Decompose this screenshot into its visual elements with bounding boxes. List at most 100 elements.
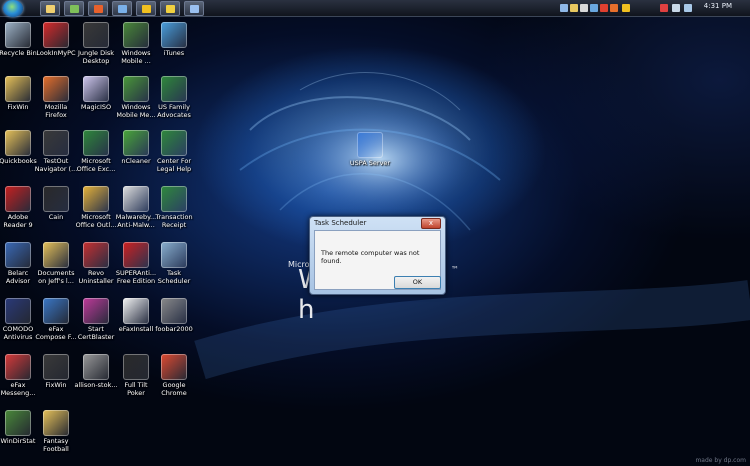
star-icon [165, 4, 175, 13]
jungle-disk-icon [83, 22, 109, 48]
desktop-icon-label: iTunes [163, 49, 185, 57]
task-scheduler-icon [161, 242, 187, 268]
desktop-icon-4[interactable]: iTunes [148, 22, 200, 57]
desktop-icon-label-line2: Chrome [161, 389, 187, 397]
desktop-icon-9[interactable]: US Family Advocates [148, 76, 200, 119]
desktop-icon-label: Transaction [155, 213, 193, 221]
desktop-icon-label-line2: Legal Help [156, 165, 192, 173]
windirstat-icon [5, 410, 31, 436]
document-icon [123, 298, 149, 324]
quicklaunch-show-desktop-button[interactable] [40, 1, 60, 16]
start-button[interactable] [3, 0, 23, 17]
quicklaunch-ftp-button[interactable] [112, 1, 132, 16]
fixwin-icon [43, 354, 69, 380]
certblaster-icon [83, 298, 109, 324]
efax-messenger-icon [5, 354, 31, 380]
outlook-icon [83, 186, 109, 212]
computer-icon [357, 132, 383, 158]
lookinmypc-icon [43, 22, 69, 48]
cain-icon [43, 186, 69, 212]
quicklaunch-switch-windows-button[interactable] [184, 1, 204, 16]
folder-icon [5, 130, 31, 156]
desktop-icon-label-line2: Scheduler [157, 277, 191, 285]
runner-icon [141, 4, 151, 13]
clock[interactable]: 4:31 PM [704, 2, 732, 10]
network-icon[interactable] [590, 4, 598, 12]
windows-mobile-icon [123, 76, 149, 102]
quicklaunch-runner-button[interactable] [136, 1, 156, 16]
ok-button[interactable]: OK [394, 276, 441, 289]
computer-icon [69, 4, 79, 13]
desktop-icon-label: Google [162, 381, 186, 389]
desktop-icon-29[interactable]: foobar2000 [148, 298, 200, 333]
adobe-reader-icon [5, 186, 31, 212]
desktop-icon-label-line2: Messeng... [0, 389, 36, 397]
dialog-title: Task Scheduler [314, 219, 367, 227]
desktop-icon-label: USPA Server [349, 159, 391, 167]
task-scheduler-dialog: Task Scheduler x The remote computer was… [309, 216, 446, 295]
desktop-icon [45, 4, 55, 13]
firefox-icon [93, 4, 103, 13]
dialog-close-button[interactable]: x [421, 218, 441, 229]
desktop-icon-37[interactable]: USPA Server [344, 132, 396, 167]
quicklaunch-favorites-button[interactable] [160, 1, 180, 16]
excel-icon [161, 186, 187, 212]
desktop-icon-19[interactable]: Transaction Receipt [148, 186, 200, 229]
windows-icon [189, 4, 199, 13]
desktop-icon-label-line2: Football [43, 445, 69, 453]
testout-icon [43, 130, 69, 156]
desktop-icon-label: Task [166, 269, 182, 277]
itunes-icon [161, 22, 187, 48]
malwarebytes-icon [123, 186, 149, 212]
desktop-icon-label: US Family [158, 103, 190, 111]
folder-icon[interactable] [570, 4, 578, 12]
quicklaunch-firefox-button[interactable] [88, 1, 108, 16]
taskbar: 4:31 PM [0, 0, 750, 17]
network-tray-icon[interactable] [684, 4, 692, 12]
windows-mobile-icon [123, 22, 149, 48]
desktop-icon-34[interactable]: Google Chrome [148, 354, 200, 397]
desktop-icon-label-line2: Advocates [157, 111, 191, 119]
desktop-icon-label-line2: Receipt [161, 221, 187, 229]
firefox-icon[interactable] [610, 4, 618, 12]
revo-icon [83, 242, 109, 268]
magiciso-icon [83, 76, 109, 102]
full-tilt-icon [123, 354, 149, 380]
chrome-icon[interactable] [600, 4, 608, 12]
efax-icon [43, 298, 69, 324]
desktop-icon-14[interactable]: Center For Legal Help [148, 130, 200, 173]
flag-icon[interactable] [660, 4, 668, 12]
folder-icon [5, 76, 31, 102]
desktop-icon-label-line2: Office Exc... [76, 165, 116, 173]
quicklaunch-mycomputer-button[interactable] [64, 1, 84, 16]
superantispyware-icon [123, 242, 149, 268]
desktop-icon-label-line2: CertBlaster [77, 333, 115, 341]
desktop-icon-24[interactable]: Task Scheduler [148, 242, 200, 285]
dialog-message: The remote computer was not found. [321, 249, 420, 265]
desktop-icon-label-line2: Mobile ... [121, 57, 151, 65]
monitor-icon[interactable] [560, 4, 568, 12]
runner-icon[interactable] [622, 4, 630, 12]
document-icon[interactable] [580, 4, 588, 12]
desktop-icon-label-line2: Firefox [45, 111, 67, 119]
belarc-icon [5, 242, 31, 268]
comodo-icon [5, 298, 31, 324]
folder-icon [43, 242, 69, 268]
excel-icon [161, 76, 187, 102]
folder-icon [43, 410, 69, 436]
chrome-icon [161, 354, 187, 380]
foobar-icon [161, 298, 187, 324]
desktop-icon-36[interactable]: Fantasy Football [30, 410, 82, 453]
desktop-icon-label: Fantasy [43, 437, 69, 445]
watermark: made by dp.com [695, 457, 746, 464]
dialog-body: The remote computer was not found. OK [314, 230, 441, 290]
speaker-icon[interactable] [672, 4, 680, 12]
excel-icon [83, 130, 109, 156]
image-icon [83, 354, 109, 380]
excel-icon [161, 130, 187, 156]
wallpaper-trademark: ™ [451, 265, 459, 274]
desktop-icon-label: foobar2000 [155, 325, 193, 333]
desktop-icon-label: Center For [156, 157, 192, 165]
desktop-icon-label-line2: Reader 9 [3, 221, 33, 229]
recycle-bin-icon [5, 22, 31, 48]
